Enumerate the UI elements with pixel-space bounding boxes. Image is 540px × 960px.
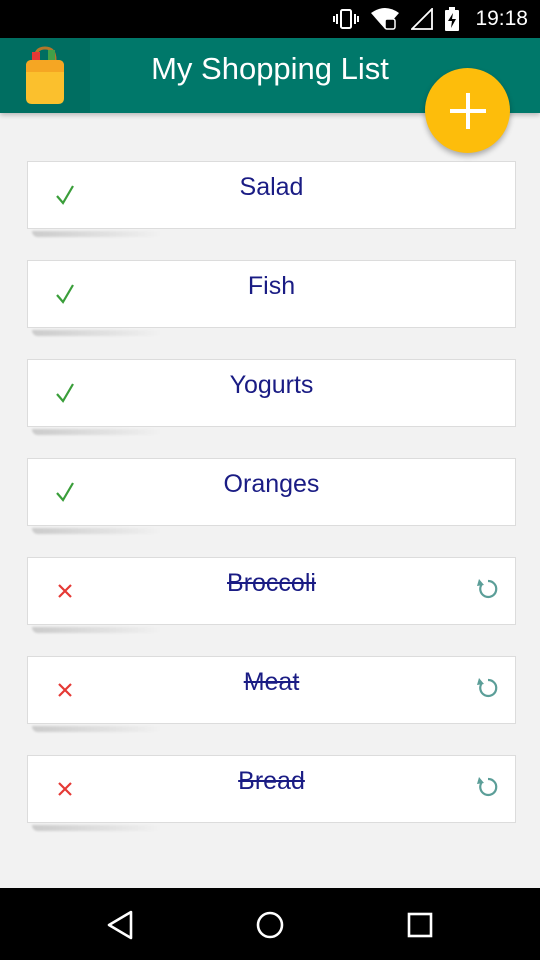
list-item[interactable]: Meat [27,656,516,724]
item-name: Yogurts [229,371,314,399]
restore-icon[interactable] [475,576,501,602]
restore-icon[interactable] [475,774,501,800]
item-name: Bread [238,767,305,795]
recents-icon[interactable] [403,908,437,942]
clock: 19:18 [475,7,528,30]
restore-icon[interactable] [475,675,501,701]
item-name: Oranges [223,470,320,498]
back-icon[interactable] [103,908,137,942]
plus-icon [449,92,486,129]
add-item-button[interactable] [425,68,510,153]
list-item[interactable]: Bread [27,755,516,823]
shopping-list: Salad Fish Yogurts Oranges Broccoli Meat… [27,161,516,854]
list-item[interactable]: Broccoli [27,557,516,625]
status-bar: 19:18 [0,0,540,38]
navigation-bar [0,888,540,960]
vibrate-icon [333,8,360,30]
signal-icon [411,8,434,30]
item-name: Salad [239,173,304,201]
list-item[interactable]: Fish [27,260,516,328]
wifi-icon [371,8,400,30]
item-name: Broccoli [227,569,316,597]
item-name: Fish [247,272,296,300]
battery-charging-icon [445,7,460,31]
list-item[interactable]: Salad [27,161,516,229]
home-icon[interactable] [253,908,287,942]
list-item[interactable]: Yogurts [27,359,516,427]
item-name: Meat [243,668,300,696]
status-icons: 19:18 [333,0,528,38]
list-item[interactable]: Oranges [27,458,516,526]
